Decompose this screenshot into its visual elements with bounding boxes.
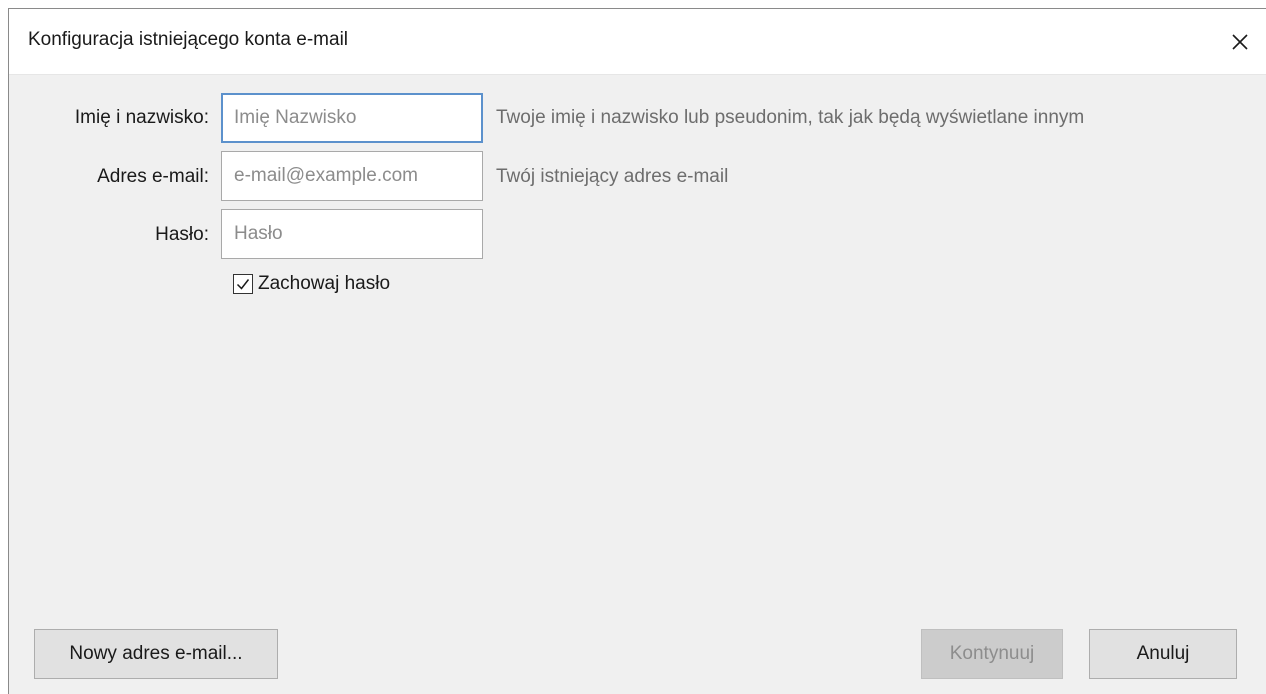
- cancel-button[interactable]: Anuluj: [1089, 629, 1237, 679]
- email-input[interactable]: [221, 151, 483, 201]
- dialog-title: Konfiguracja istniejącego konta e-mail: [28, 29, 349, 50]
- checkbox-box[interactable]: [233, 274, 253, 294]
- password-label: Hasło:: [155, 224, 209, 245]
- email-hint: Twój istniejący adres e-mail: [496, 166, 729, 187]
- password-input[interactable]: [221, 209, 483, 259]
- remember-password-checkbox[interactable]: Zachowaj hasło: [233, 273, 390, 295]
- remember-password-label: Zachowaj hasło: [258, 273, 391, 294]
- continue-button[interactable]: Kontynuuj: [921, 629, 1063, 679]
- checkmark-icon: [236, 279, 250, 290]
- email-label: Adres e-mail:: [97, 166, 209, 187]
- new-email-address-button[interactable]: Nowy adres e-mail...: [34, 629, 278, 679]
- name-input[interactable]: [221, 93, 483, 143]
- close-button[interactable]: [1210, 9, 1266, 75]
- account-setup-dialog: Konfiguracja istniejącego konta e-mail I…: [8, 8, 1266, 694]
- name-hint: Twoje imię i nazwisko lub pseudonim, tak…: [496, 107, 1085, 128]
- name-label: Imię i nazwisko:: [74, 107, 209, 128]
- close-icon: [1232, 34, 1248, 50]
- title-bar: Konfiguracja istniejącego konta e-mail: [9, 9, 1266, 75]
